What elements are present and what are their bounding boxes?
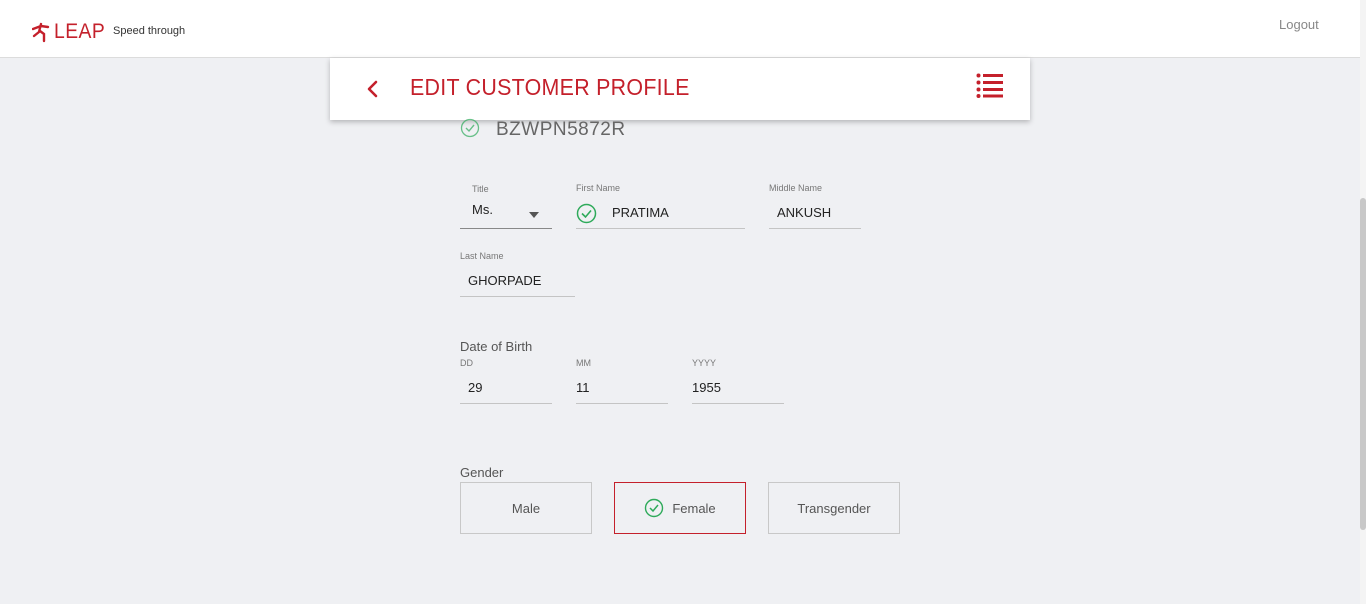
middle-name-value: ANKUSH [777,205,832,220]
runner-logo-icon [32,21,50,43]
dob-year-label: YYYY [692,358,717,368]
last-name-field[interactable]: Last Name GHORPADE [460,251,575,297]
middle-name-underline [769,228,861,229]
back-chevron-icon [364,80,384,104]
gender-option-label: Male [511,500,541,516]
logout-link[interactable]: Logout [1279,17,1319,32]
middle-name-field[interactable]: Middle Name ANKUSH [769,183,861,229]
dob-label: Date of Birth [460,339,533,354]
scrollbar-thumb[interactable] [1360,198,1366,530]
dob-day-field[interactable]: DD 29 [460,358,552,404]
last-name-underline [460,296,575,297]
top-bar: LEAP Speed through Logout [0,0,1360,58]
gender-option-female[interactable]: Female [614,482,746,534]
dob-year-underline [692,403,784,404]
gender-label: Gender [460,465,504,480]
dob-day-value: 29 [468,380,483,395]
gender-option-label: Transgender [797,500,871,516]
first-name-field[interactable]: First Name PRATIMA [576,183,745,229]
check-circle-icon [576,203,597,228]
dob-day-label: DD [460,358,473,368]
last-name-label: Last Name [460,251,504,261]
dob-month-underline [576,403,668,404]
dob-year-value: 1955 [692,380,721,395]
first-name-label: First Name [576,183,621,193]
dob-month-field[interactable]: MM 11 [576,358,668,404]
check-circle-icon [460,118,480,142]
logo[interactable]: LEAP [32,20,110,44]
title-select[interactable]: Title Ms. [460,184,552,229]
tagline: Speed through [113,25,186,37]
middle-name-label: Middle Name [769,183,823,193]
first-name-underline [576,228,745,229]
menu-list-icon [976,73,1004,102]
dob-day-underline [460,403,552,404]
pan-row: BZWPN5872R [460,118,626,142]
title-underline [460,228,552,229]
gender-option-transgender[interactable]: Transgender [768,482,900,534]
title-value: Ms. [472,202,493,217]
dob-month-label: MM [576,358,591,368]
pan-number: BZWPN5872R [496,119,626,140]
gender-option-label: Female [672,500,716,516]
logo-text: LEAP [54,20,106,43]
first-name-value: PRATIMA [612,205,669,220]
gender-option-male[interactable]: Male [460,482,592,534]
page-title: EDIT CUSTOMER PROFILE [410,74,690,100]
menu-button[interactable] [976,72,1004,98]
dob-month-value: 11 [576,380,590,395]
title-label: Title [472,184,489,194]
check-circle-icon [644,498,664,518]
dob-year-field[interactable]: YYYY 1955 [692,358,784,404]
page-header-card: EDIT CUSTOMER PROFILE [330,58,1030,120]
back-button[interactable] [364,78,384,100]
last-name-value: GHORPADE [468,273,542,288]
dropdown-arrow-icon [528,204,540,223]
